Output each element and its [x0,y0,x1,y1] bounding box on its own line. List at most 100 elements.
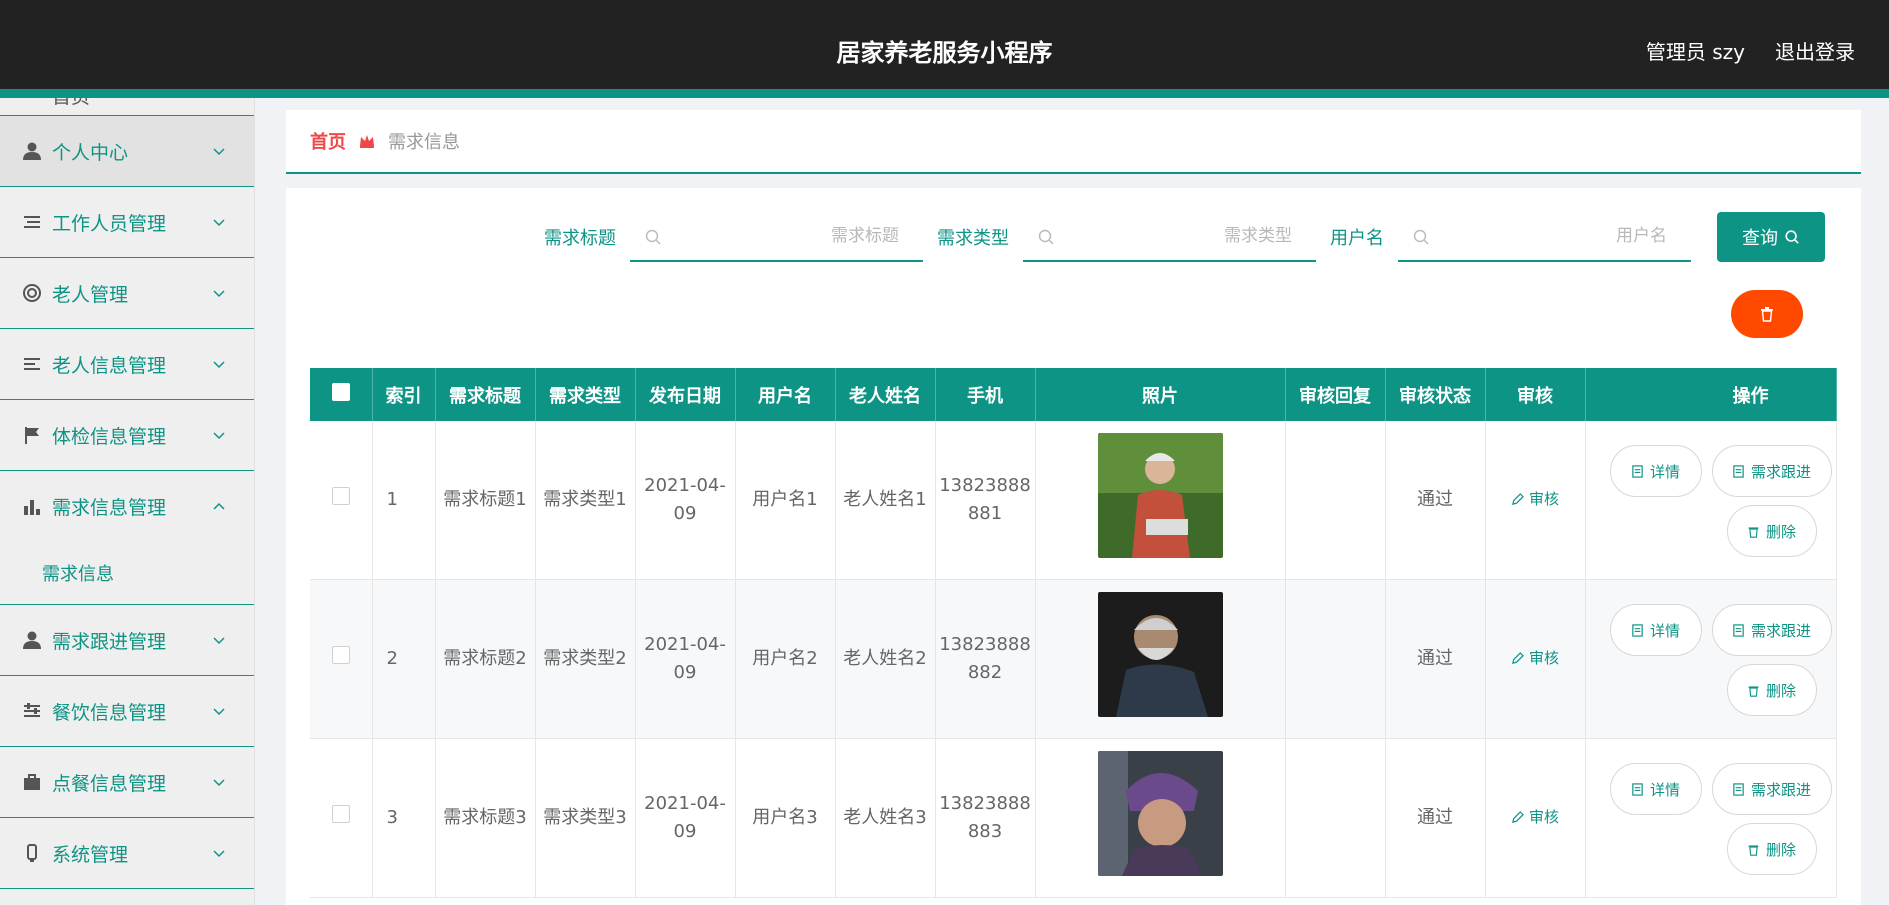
sidebar-item-demand-info[interactable]: 需求信息管理 [0,471,254,542]
search-field-type [1023,212,1316,262]
search-label-type: 需求类型 [937,228,1009,249]
cell-elder: 老人姓名2 [835,579,936,739]
column-header: 发布日期 [635,368,736,421]
chevron-down-icon [213,148,225,156]
cell-photo [1035,738,1286,898]
elder-photo [1097,751,1223,876]
row-select[interactable] [310,738,373,898]
header-select-all[interactable] [310,368,373,421]
follow-up-button[interactable]: 需求跟进 [1711,604,1832,656]
chevron-down-icon [213,637,225,645]
cell-status: 通过 [1385,738,1486,898]
elder-photo [1097,433,1223,558]
search-label-user: 用户名 [1330,228,1384,249]
logout-link[interactable]: 退出登录 [1775,36,1855,65]
breadcrumb-current: 需求信息 [388,132,460,153]
delete-label: 删除 [1765,681,1796,700]
audit-label: 审核 [1528,490,1559,509]
detail-button[interactable]: 详情 [1609,604,1702,656]
cell-user: 用户名3 [735,738,836,898]
elder-photo [1097,592,1223,717]
sidebar-item-elder-info[interactable]: 老人信息管理 [0,329,254,400]
bulk-delete-button[interactable] [1731,290,1803,338]
cell-elder: 老人姓名3 [835,738,936,898]
bar-chart-icon [22,497,42,517]
search-input-user[interactable] [1398,212,1691,260]
crown-icon [360,135,374,148]
search-input-title[interactable] [630,212,923,260]
admin-label: 管理员 szy [1645,40,1745,64]
audit-link[interactable]: 审核 [1511,644,1559,672]
cell-title: 需求标题1 [435,421,536,580]
breadcrumb: 首页 需求信息 [286,110,1861,174]
detail-button[interactable]: 详情 [1609,763,1702,815]
sidebar-item-demand-follow[interactable]: 需求跟进管理 [0,605,254,676]
sidebar-item-personal-center[interactable]: 个人中心 [0,116,254,187]
follow-up-button[interactable]: 需求跟进 [1711,445,1832,497]
document-icon [1733,464,1744,478]
audit-label: 审核 [1528,808,1559,827]
cell-type: 需求类型1 [535,421,636,580]
cell-status: 通过 [1385,579,1486,739]
query-button[interactable]: 查询 [1717,212,1825,262]
column-header: 老人姓名 [835,368,936,421]
follow-up-button[interactable]: 需求跟进 [1711,763,1832,815]
column-header: 审核回复 [1285,368,1386,421]
column-header: 照片 [1035,368,1286,421]
home-icon [22,98,42,106]
list-icon [22,212,42,232]
cell-reply [1285,738,1386,898]
trash-icon [1761,307,1773,322]
cell-phone: 13823888882 [935,579,1036,739]
audit-link[interactable]: 审核 [1511,485,1559,513]
row-select[interactable] [310,421,373,580]
user-icon [22,141,42,161]
document-icon [1632,464,1643,478]
row-select[interactable] [310,579,373,739]
sidebar-item-health-check[interactable]: 体检信息管理 [0,400,254,471]
chevron-down-icon [213,708,225,716]
delete-label: 删除 [1765,840,1796,859]
document-icon [1632,623,1643,637]
chevron-up-icon [213,502,225,510]
follow-up-label: 需求跟进 [1750,462,1811,481]
briefcase-icon [22,772,42,792]
search-icon [1038,229,1054,245]
cell-title: 需求标题2 [435,579,536,739]
edit-icon [1512,651,1524,664]
delete-button[interactable]: 删除 [1726,664,1817,716]
search-icon [1413,229,1429,245]
chevron-down-icon [213,850,225,858]
sidebar-item-orders[interactable]: 点餐信息管理 [0,747,254,818]
sidebar: 首页 个人中心 工作人员管理 老人管理 老人信息管理 体检信息管理 [0,98,255,905]
column-header: 用户名 [735,368,836,421]
cell-elder: 老人姓名1 [835,421,936,580]
header-accent-bar [0,89,1889,98]
cell-date: 2021-04-09 [635,579,736,739]
search-icon [645,229,661,245]
sidebar-item-catering[interactable]: 餐饮信息管理 [0,676,254,747]
sidebar-item-elders[interactable]: 老人管理 [0,258,254,329]
sidebar-item-label: 首页 [52,98,90,109]
search-icon [1785,230,1799,244]
sidebar-item-staff[interactable]: 工作人员管理 [0,187,254,258]
trash-icon [1748,844,1759,856]
sidebar-item-home[interactable]: 首页 [0,98,254,116]
search-input-type[interactable] [1023,212,1316,260]
delete-button[interactable]: 删除 [1726,823,1817,875]
column-header: 需求标题 [435,368,536,421]
delete-button[interactable]: 删除 [1726,505,1817,557]
submenu-item-demand-info[interactable]: 需求信息 [0,542,254,605]
sidebar-item-system[interactable]: 系统管理 [0,818,254,889]
demand-table: 索引 需求标题 需求类型 发布日期 用户名 老人姓名 手机 照片 审核回复 审核… [310,368,1837,898]
cell-photo [1035,579,1286,739]
sidebar-item-label: 工作人员管理 [52,212,167,235]
detail-button[interactable]: 详情 [1609,445,1702,497]
query-button-label: 查询 [1742,228,1778,249]
sidebar-item-label: 点餐信息管理 [52,772,167,795]
breadcrumb-home[interactable]: 首页 [310,128,346,154]
column-header: 索引 [372,368,436,421]
lifebuoy-icon [22,283,42,303]
audit-link[interactable]: 审核 [1511,803,1559,831]
chevron-down-icon [213,290,225,298]
